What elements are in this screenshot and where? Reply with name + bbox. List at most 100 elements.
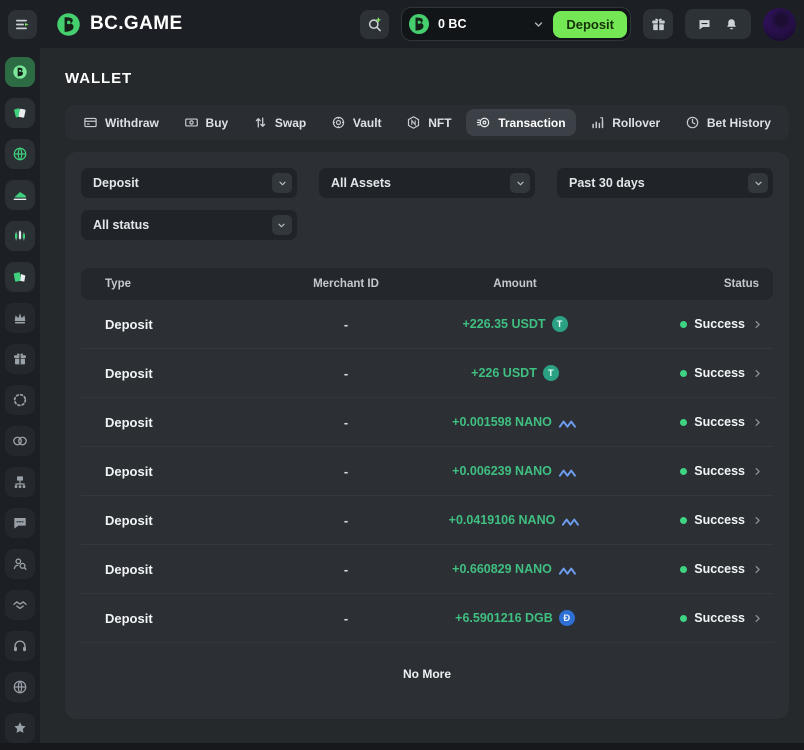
sidebar-item-support[interactable] [5, 631, 35, 661]
sidebar-item-favorites[interactable] [5, 713, 35, 743]
amount-text: +0.006239 NANO [452, 464, 552, 478]
transaction-row[interactable]: Deposit-+0.001598 NANOSuccess [81, 398, 773, 447]
menu-button[interactable] [8, 10, 37, 39]
filter-asset-dropdown[interactable]: All Assets [319, 168, 535, 198]
tab-label: Buy [206, 116, 229, 130]
support-icon [12, 638, 28, 654]
cell-type: Deposit [81, 464, 261, 479]
status-dot [680, 517, 687, 524]
status-text: Success [694, 513, 745, 527]
sidebar-item-forum[interactable] [5, 508, 35, 538]
sidebar-item-affiliate[interactable] [5, 467, 35, 497]
bottom-strip [0, 743, 804, 750]
sidebar-item-racing[interactable] [5, 180, 35, 210]
trading-icon [12, 228, 28, 244]
search-button[interactable] [360, 10, 389, 39]
sidebar-item-bc-home[interactable] [5, 57, 35, 87]
amount-text: +226.35 USDT [462, 317, 545, 331]
chevron-right-icon[interactable] [752, 466, 763, 477]
hexagon-icon [406, 115, 421, 130]
tab-vault[interactable]: Vault [321, 109, 392, 136]
chevron-right-icon[interactable] [752, 613, 763, 624]
page-title: WALLET [65, 70, 804, 87]
sidebar-item-sponsorship[interactable] [5, 590, 35, 620]
transaction-row[interactable]: Deposit-+226 USDTTSuccess [81, 349, 773, 398]
chevron-right-icon[interactable] [752, 515, 763, 526]
sidebar-item-bonus[interactable] [5, 344, 35, 374]
cell-merchant-id: - [261, 415, 431, 430]
filter-period-dropdown[interactable]: Past 30 days [557, 168, 773, 198]
filter-type-dropdown[interactable]: Deposit [81, 168, 297, 198]
sidebar-item-lottery[interactable] [5, 262, 35, 292]
sidebar-item-coins[interactable] [5, 426, 35, 456]
tab-withdraw[interactable]: Withdraw [73, 109, 169, 136]
clock-icon [685, 115, 700, 130]
sidebar-item-casino[interactable] [5, 98, 35, 128]
deposit-button[interactable]: Deposit [553, 11, 627, 38]
transaction-row[interactable]: Deposit-+226.35 USDTTSuccess [81, 300, 773, 349]
tab-transaction[interactable]: Transaction [466, 109, 575, 136]
sidebar-item-user-lookup[interactable] [5, 549, 35, 579]
tab-buy[interactable]: Buy [174, 109, 239, 136]
wallet-tabbar: Withdraw Buy SwapVaultNFTTransactionRollov… [65, 105, 789, 140]
avatar[interactable] [763, 8, 796, 41]
cell-status: Success [599, 562, 773, 576]
no-more-label: No More [81, 667, 773, 681]
bonus-icon [12, 351, 28, 367]
transaction-row[interactable]: Deposit-+0.006239 NANOSuccess [81, 447, 773, 496]
tab-swap[interactable]: Swap [243, 109, 316, 136]
balance-amount: 0 BC [438, 17, 466, 31]
search-icon [366, 16, 383, 33]
filter-asset-value: All Assets [331, 176, 391, 190]
filter-status-value: All status [93, 218, 149, 232]
promotions-button[interactable] [643, 9, 673, 39]
chevron-right-icon[interactable] [752, 417, 763, 428]
transaction-panel: Deposit All Assets Past 30 days All status… [65, 152, 789, 719]
cell-merchant-id: - [261, 513, 431, 528]
cell-status: Success [599, 611, 773, 625]
sidebar-item-language[interactable] [5, 672, 35, 702]
chevron-down-icon[interactable] [748, 173, 768, 193]
chat-icon[interactable] [697, 17, 712, 32]
cell-merchant-id: - [261, 611, 431, 626]
bell-icon[interactable] [724, 17, 739, 32]
sidebar-item-trading[interactable] [5, 221, 35, 251]
tab-nft[interactable]: NFT [396, 109, 461, 136]
cell-status: Success [599, 415, 773, 429]
chevron-down-icon[interactable] [272, 173, 292, 193]
cell-amount: +6.5901216 DGBÐ [431, 610, 599, 626]
spin-icon [12, 392, 28, 408]
chevron-down-icon[interactable] [532, 18, 545, 31]
sidebar-item-spin[interactable] [5, 385, 35, 415]
chevron-down-glyph [276, 220, 287, 231]
cell-status: Success [599, 464, 773, 478]
bc-logo-icon [55, 11, 82, 38]
transaction-row[interactable]: Deposit-+0.0419106 NANOSuccess [81, 496, 773, 545]
chevron-right-icon[interactable] [752, 368, 763, 379]
tab-rollover[interactable]: Rollover [580, 109, 670, 136]
nano-icon [558, 563, 578, 576]
chevron-right-icon[interactable] [752, 319, 763, 330]
casino-icon [12, 105, 28, 121]
chevron-right-icon[interactable] [752, 564, 763, 575]
forum-icon [12, 515, 28, 531]
chevron-down-icon[interactable] [272, 215, 292, 235]
transaction-table-body: Deposit-+226.35 USDTTSuccessDeposit-+226… [81, 300, 773, 643]
filter-row-1: Deposit All Assets Past 30 days [81, 168, 773, 198]
tab-bet-history[interactable]: Bet History [675, 109, 781, 136]
table-header: TypeMerchant IDAmountStatus [81, 268, 773, 300]
column-header-amount: Amount [431, 278, 599, 290]
nano-icon [558, 465, 578, 478]
chevron-down-icon[interactable] [510, 173, 530, 193]
filter-status-dropdown[interactable]: All status [81, 210, 297, 240]
coins-icon [12, 433, 28, 449]
transaction-row[interactable]: Deposit-+0.660829 NANOSuccess [81, 545, 773, 594]
filter-period-value: Past 30 days [569, 176, 645, 190]
favorites-icon [12, 720, 28, 736]
transaction-row[interactable]: Deposit-+6.5901216 DGBÐSuccess [81, 594, 773, 643]
logo[interactable]: BC.GAME [55, 11, 183, 38]
filter-type-value: Deposit [93, 176, 139, 190]
sidebar-item-vip[interactable] [5, 303, 35, 333]
balance-selector[interactable]: 0 BC Deposit [401, 7, 631, 41]
sidebar-item-sports[interactable] [5, 139, 35, 169]
